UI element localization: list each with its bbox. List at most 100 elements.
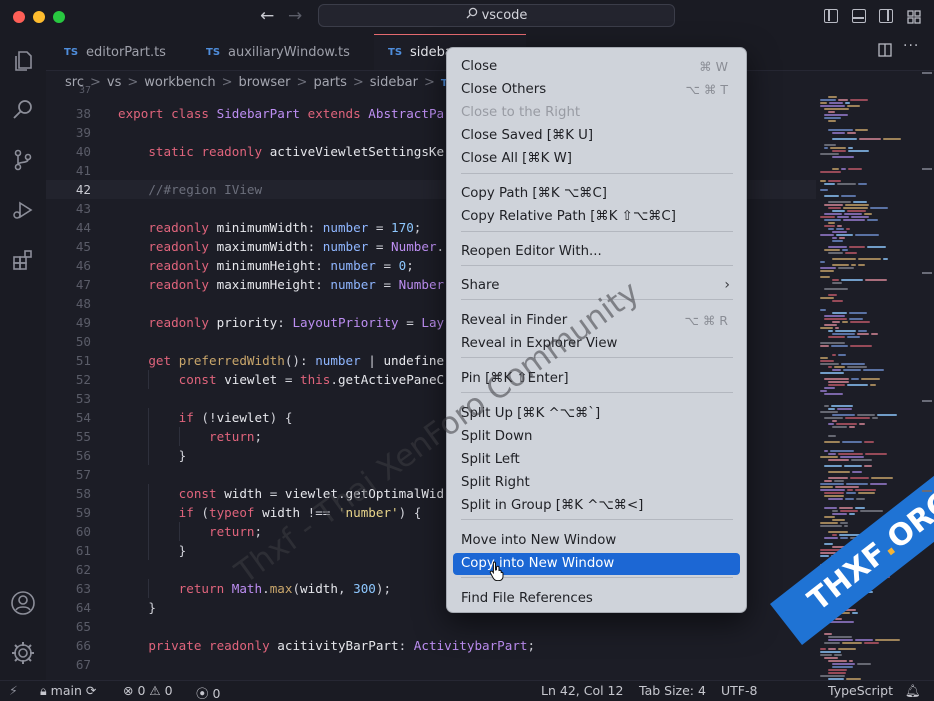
cursor-position[interactable]: Ln 42, Col 12 <box>541 683 623 698</box>
tab-size[interactable]: Tab Size: 4 <box>639 683 706 698</box>
minimap-line <box>845 417 870 419</box>
minimap-line <box>820 675 845 677</box>
minimap-line <box>847 366 867 368</box>
minimap-line <box>828 669 847 671</box>
minimap-line <box>832 168 839 170</box>
source-control-icon[interactable] <box>10 147 36 173</box>
minimap-line <box>828 477 848 479</box>
warning-icon: ⚠ <box>149 683 161 698</box>
line-number: 39 <box>75 125 91 140</box>
minimap-line <box>820 483 844 485</box>
encoding[interactable]: UTF-8 <box>721 683 757 698</box>
zoom-window-button[interactable] <box>53 11 65 23</box>
minimap-line <box>837 225 842 227</box>
minimap-line <box>828 636 852 638</box>
menu-item-copy-path[interactable]: Copy Path [⌘K ⌥⌘C] <box>453 183 740 205</box>
toggle-primary-sidebar-icon[interactable] <box>824 9 838 23</box>
minimap-line <box>843 207 868 209</box>
code-text: static readonly activeViewletSettingsKe <box>148 144 445 159</box>
minimap-line <box>847 336 860 338</box>
menu-item-split-down[interactable]: Split Down <box>453 426 740 448</box>
code-text: } <box>118 543 187 558</box>
hand-pointer-cursor-icon <box>489 561 505 585</box>
minimap-line <box>864 213 872 215</box>
line-number: 42 <box>75 182 91 197</box>
minimap-line <box>832 258 856 260</box>
minimap-line <box>861 378 880 380</box>
scrollbar-marker <box>922 168 932 170</box>
toggle-secondary-sidebar-icon[interactable] <box>879 9 893 23</box>
menu-item-find-file-references[interactable]: Find File References <box>453 588 740 610</box>
line-number: 66 <box>75 638 91 653</box>
minimap-line <box>820 555 829 557</box>
code-text: if (!viewlet) { <box>178 410 293 425</box>
minimap-line <box>824 441 840 443</box>
minimap-line <box>849 312 867 314</box>
menu-item-shortcut: ⌥ ⌘ R <box>684 313 728 328</box>
menu-item-copy-relative-path[interactable]: Copy Relative Path [⌘K ⇧⌥⌘C] <box>453 206 740 228</box>
menu-item-move-into-new-window[interactable]: Move into New Window <box>453 530 740 552</box>
toggle-panel-icon[interactable] <box>852 9 866 23</box>
tab-editorpart[interactable]: TS editorPart.ts <box>46 34 186 70</box>
run-debug-icon[interactable] <box>10 197 36 223</box>
split-editor-icon[interactable] <box>878 43 892 61</box>
search-icon <box>466 5 478 27</box>
activity-bar <box>0 34 46 680</box>
account-icon[interactable] <box>10 590 36 616</box>
minimap-line <box>883 258 888 260</box>
menu-item-split-left[interactable]: Split Left <box>453 449 740 471</box>
ports-indicator[interactable]: ⦿ 0 <box>196 683 220 701</box>
menu-item-reopen-editor-with[interactable]: Reopen Editor With... <box>453 241 740 263</box>
problems-indicator[interactable]: ⊗ 0 ⚠ 0 <box>123 683 173 698</box>
minimap-line <box>858 264 865 266</box>
line-number: 54 <box>75 410 91 425</box>
forward-arrow-icon[interactable]: → <box>288 6 302 26</box>
minimap-line <box>824 318 847 320</box>
minimap-line <box>848 147 853 149</box>
menu-item-close-others[interactable]: Close Others ⌥ ⌘ T <box>453 79 740 101</box>
command-center-search[interactable]: vscode <box>318 4 675 27</box>
menu-item-close-all[interactable]: Close All [⌘K W] <box>453 148 740 170</box>
files-icon[interactable] <box>10 48 36 74</box>
minimap-line <box>858 258 881 260</box>
menu-item-split-in-group[interactable]: Split in Group [⌘K ^⌥⌘<] <box>453 495 740 517</box>
minimap-line <box>828 435 836 437</box>
scrollbar-marker <box>922 400 932 402</box>
minimap-line <box>824 480 832 482</box>
language-mode[interactable]: TypeScript <box>828 683 893 698</box>
more-actions-icon[interactable]: ··· <box>903 38 919 54</box>
customize-layout-icon[interactable] <box>907 9 921 24</box>
menu-item-close-to-the-right: Close to the Right <box>453 102 740 124</box>
line-number: 55 <box>75 429 91 444</box>
minimap-line <box>824 507 837 509</box>
minimap-line <box>855 639 873 641</box>
minimap-line <box>820 648 826 650</box>
minimap-line <box>832 237 837 239</box>
tab-auxiliarywindow[interactable]: TS auxiliaryWindow.ts <box>186 34 374 70</box>
minimap-line <box>824 465 842 467</box>
menu-item-close-saved[interactable]: Close Saved [⌘K U] <box>453 125 740 147</box>
notifications-bell-icon[interactable]: 🔔︎ <box>905 683 921 699</box>
menu-item-split-right[interactable]: Split Right <box>453 472 740 494</box>
search-icon[interactable] <box>10 97 36 123</box>
minimap-line <box>832 156 854 158</box>
minimap-line <box>855 507 865 509</box>
minimap-line <box>871 333 878 335</box>
menu-item-close[interactable]: Close ⌘ W <box>453 56 740 78</box>
remote-indicator-icon[interactable]: ⚡ <box>9 683 18 698</box>
menu-item-label: Find File References <box>461 591 593 606</box>
settings-gear-icon[interactable] <box>10 640 36 666</box>
back-arrow-icon[interactable]: ← <box>260 6 274 26</box>
extensions-icon[interactable] <box>10 247 36 273</box>
minimap-line <box>828 336 845 338</box>
branch-indicator[interactable]: 🔒︎ main ⟳ <box>40 683 96 699</box>
minimap-line <box>846 228 850 230</box>
minimap-line <box>857 333 869 335</box>
minimap-line <box>841 279 863 281</box>
menu-item-label: Close <box>461 59 498 74</box>
minimap-line <box>849 513 855 515</box>
minimize-window-button[interactable] <box>33 11 45 23</box>
menu-separator <box>461 519 733 520</box>
close-window-button[interactable] <box>13 11 25 23</box>
minimap-line <box>820 390 827 392</box>
